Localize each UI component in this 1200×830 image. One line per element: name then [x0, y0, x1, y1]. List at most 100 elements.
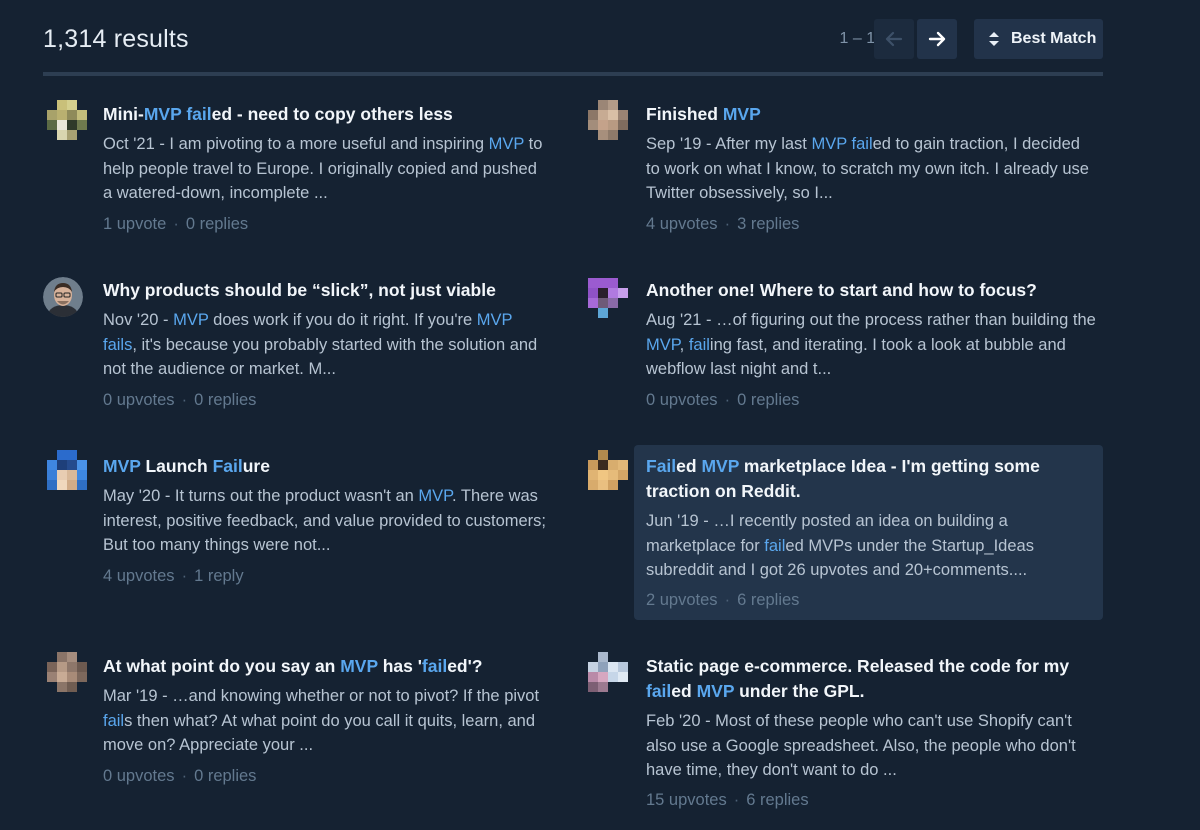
separator-dot: ·	[181, 767, 188, 785]
text-segment: has '	[377, 656, 422, 676]
search-term-highlight: MVP	[811, 135, 847, 153]
result-title-link[interactable]: Another one! Where to start and how to f…	[646, 278, 1066, 303]
user-avatar	[588, 100, 628, 140]
text-segment: Sep '19 - After my last	[646, 135, 812, 153]
next-page-button[interactable]	[917, 19, 957, 59]
upvote-count[interactable]: 4 upvotes	[646, 215, 718, 233]
text-segment: ,	[679, 335, 689, 354]
reply-count[interactable]: 6 replies	[746, 791, 808, 809]
upvote-count[interactable]: 1 upvote	[103, 215, 166, 233]
search-term-highlight: MVP	[173, 311, 209, 329]
result-meta: 2 upvotes · 6 replies	[646, 589, 799, 611]
result-card: MVP Launch Failure May '20 - It turns ou…	[43, 448, 546, 598]
result-excerpt: May '20 - It turns out the product wasn'…	[103, 484, 553, 558]
upvote-count[interactable]: 2 upvotes	[646, 591, 718, 609]
result-title-link[interactable]: Static page e-commerce. Released the cod…	[646, 654, 1076, 703]
separator-dot: ·	[733, 791, 740, 809]
user-avatar	[588, 450, 628, 490]
header-divider	[43, 72, 1103, 76]
reply-count[interactable]: 0 replies	[194, 391, 256, 409]
search-term-highlight: fail	[646, 680, 672, 701]
reply-count[interactable]: 6 replies	[737, 591, 799, 609]
result-title-link[interactable]: At what point do you say an MVP has 'fai…	[103, 654, 523, 679]
search-term-highlight: MVP	[488, 135, 525, 153]
text-segment: Aug '21 - …of figuring out the process r…	[646, 311, 1096, 329]
reply-count[interactable]: 0 replies	[186, 215, 248, 233]
text-segment: s then what? At what point do you call i…	[103, 711, 536, 755]
user-avatar	[588, 278, 628, 318]
arrow-right-icon	[928, 31, 946, 47]
text-segment: ed'?	[447, 656, 483, 676]
previous-page-button[interactable]	[874, 19, 914, 59]
upvote-count[interactable]: 0 upvotes	[646, 391, 718, 409]
result-excerpt: Sep '19 - After my last MVP failed to ga…	[646, 132, 1096, 206]
text-segment: May '20 - It turns out the product wasn'…	[103, 487, 419, 505]
search-term-highlight: fail	[421, 656, 448, 676]
sort-dropdown[interactable]: Best Match	[974, 19, 1103, 59]
user-avatar	[588, 652, 628, 692]
result-card: Another one! Where to start and how to f…	[585, 272, 1096, 422]
sort-label: Best Match	[1011, 30, 1097, 47]
text-segment: Finished	[646, 104, 723, 124]
result-card: Mini-MVP failed - need to copy others le…	[43, 96, 542, 246]
upvote-count[interactable]: 0 upvotes	[103, 767, 175, 785]
separator-dot: ·	[181, 567, 188, 585]
reply-count[interactable]: 0 replies	[737, 391, 799, 409]
result-meta: 0 upvotes · 0 replies	[646, 389, 799, 411]
text-segment: , it's because you probably started with…	[103, 335, 538, 379]
user-avatar	[47, 450, 87, 490]
upvote-count[interactable]: 4 upvotes	[103, 567, 175, 585]
text-segment: ed	[671, 680, 697, 701]
search-term-highlight: MVP	[418, 487, 453, 505]
text-segment: Another one! Where to start and how to f…	[646, 280, 1037, 300]
results-header: 1,314 results 1 – 10 Best Match	[43, 18, 1103, 60]
search-term-highlight: fail	[103, 711, 125, 730]
upvote-count[interactable]: 0 upvotes	[103, 391, 175, 409]
text-segment: Static page e-commerce. Released the cod…	[646, 656, 1070, 676]
text-segment: Feb '20 - Most of these people who can't…	[646, 712, 1076, 779]
separator-dot: ·	[724, 591, 731, 609]
text-segment: ed	[676, 456, 702, 476]
result-card-highlighted[interactable]: Failed MVP marketplace Idea - I'm gettin…	[634, 445, 1103, 620]
user-avatar	[47, 100, 87, 140]
result-excerpt: Mar '19 - …and knowing whether or not to…	[103, 684, 543, 758]
search-term-highlight: MVP	[143, 104, 182, 124]
text-segment: Why products should be “slick”, not just…	[103, 280, 496, 300]
text-segment: does work if you do it right. If you're	[208, 311, 477, 329]
result-card: Finished MVP Sep '19 - After my last MVP…	[585, 96, 1089, 246]
result-title-link[interactable]: Why products should be “slick”, not just…	[103, 278, 523, 303]
result-title-link[interactable]: Finished MVP	[646, 102, 1066, 127]
search-term-highlight: fail	[186, 104, 212, 124]
separator-dot: ·	[181, 391, 188, 409]
text-segment: ed - need to copy others less	[211, 104, 453, 124]
search-term-highlight: fail	[688, 335, 710, 354]
search-term-highlight: MVP	[103, 456, 141, 476]
search-term-highlight: MVP	[340, 656, 378, 676]
reply-count[interactable]: 1 reply	[194, 567, 244, 585]
result-excerpt: Feb '20 - Most of these people who can't…	[646, 709, 1096, 783]
search-term-highlight: MVP	[696, 680, 735, 701]
result-title-link[interactable]: Mini-MVP failed - need to copy others le…	[103, 102, 513, 127]
result-card: At what point do you say an MVP has 'fai…	[43, 648, 539, 798]
arrow-left-icon	[885, 31, 903, 47]
text-segment: Launch	[140, 456, 213, 476]
search-term-highlight: fail	[851, 135, 873, 153]
search-term-highlight: Fail	[212, 456, 243, 476]
result-excerpt: Oct '21 - I am pivoting to a more useful…	[103, 132, 543, 206]
reply-count[interactable]: 3 replies	[737, 215, 799, 233]
result-meta: 15 upvotes · 6 replies	[646, 789, 809, 811]
reply-count[interactable]: 0 replies	[194, 767, 256, 785]
result-meta: 1 upvote · 0 replies	[103, 213, 248, 235]
result-excerpt: Jun '19 - …I recently posted an idea on …	[646, 509, 1086, 583]
text-segment: At what point do you say an	[103, 656, 341, 676]
text-segment: Oct '21 - I am pivoting to a more useful…	[103, 135, 489, 153]
search-term-highlight: fail	[764, 536, 786, 555]
search-term-highlight: MVP	[646, 335, 680, 354]
text-segment: Mini-	[103, 104, 144, 124]
upvote-count[interactable]: 15 upvotes	[646, 791, 727, 809]
result-title-link[interactable]: MVP Launch Failure	[103, 454, 523, 479]
result-title-link[interactable]: Failed MVP marketplace Idea - I'm gettin…	[646, 454, 1086, 503]
result-excerpt: Nov '20 - MVP does work if you do it rig…	[103, 308, 543, 382]
search-term-highlight: MVP	[701, 456, 740, 476]
user-avatar	[43, 277, 83, 317]
